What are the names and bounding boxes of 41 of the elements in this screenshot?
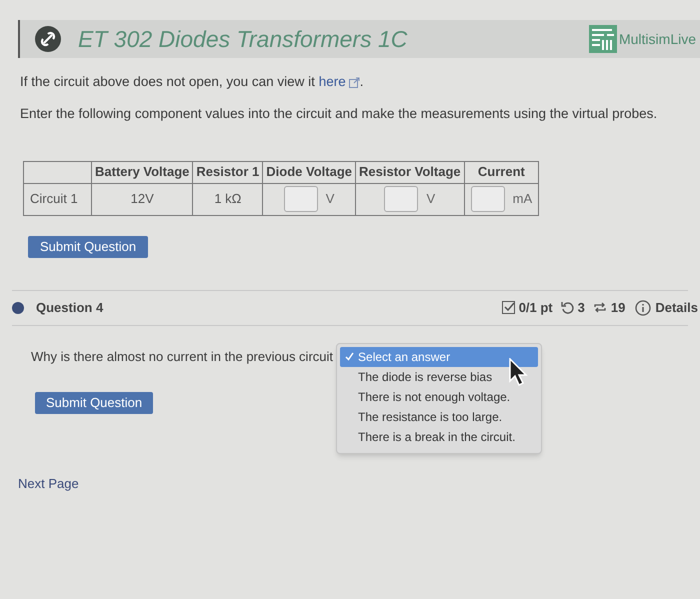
answer-field[interactable] — [284, 186, 318, 212]
submit-button[interactable]: Submit Question — [28, 236, 148, 258]
dropdown-option[interactable]: The diode is reverse bias — [340, 366, 538, 386]
here-link[interactable]: here — [318, 72, 346, 92]
column-header: Resistor Voltage — [356, 161, 464, 183]
dropdown-option[interactable]: The resistance is too large. — [340, 406, 538, 426]
answer-field[interactable] — [470, 186, 505, 212]
page-title: ET 302 Diodes Transformers 1C — [78, 24, 408, 54]
column-header: Diode Voltage — [262, 161, 356, 183]
column-header: Battery Voltage — [92, 161, 193, 183]
question-title: Question 4 — [36, 298, 104, 317]
submit-button[interactable]: Submit Question — [35, 392, 154, 414]
unit-label: mA — [512, 190, 532, 208]
check-icon — [344, 352, 354, 361]
row-header: Circuit 1 — [24, 183, 92, 215]
info-icon — [635, 300, 652, 316]
table-cell: 1 kΩ — [192, 183, 263, 215]
column-header: Current — [464, 161, 539, 183]
unit-label: V — [326, 190, 334, 208]
intro-text: If the circuit above does not open, you can view it — [20, 73, 316, 91]
brand-name: MultisimLive — [618, 30, 696, 48]
retries-count: 3 — [578, 298, 585, 317]
circuit-logo-icon — [588, 25, 617, 53]
details-link[interactable]: Details — [655, 298, 698, 318]
attempts-count: 19 — [610, 298, 626, 317]
column-header: Resistor 1 — [192, 161, 263, 183]
next-page-link[interactable]: Next Page — [18, 474, 700, 493]
dropdown-option[interactable]: There is not enough voltage. — [340, 386, 538, 406]
checkbox-icon — [502, 301, 515, 314]
undo-icon — [560, 301, 574, 314]
answer-field[interactable] — [384, 186, 418, 212]
repeat-icon — [592, 301, 607, 314]
table-cell: 12V — [92, 183, 193, 215]
mouse-pointer-icon — [509, 358, 530, 386]
dropdown-option[interactable]: There is a break in the circuit. — [340, 426, 538, 446]
instructions-text: Enter the following component values into the circuit and make the measurements using the virtual probes. — [20, 105, 658, 124]
points-text: 0/1 pt — [518, 298, 553, 317]
question-text: Why is there almost no current in the previous circuit — [31, 348, 334, 366]
unit-label: V — [426, 190, 436, 208]
period-text: . — [360, 73, 364, 91]
external-link-icon — [348, 76, 360, 88]
